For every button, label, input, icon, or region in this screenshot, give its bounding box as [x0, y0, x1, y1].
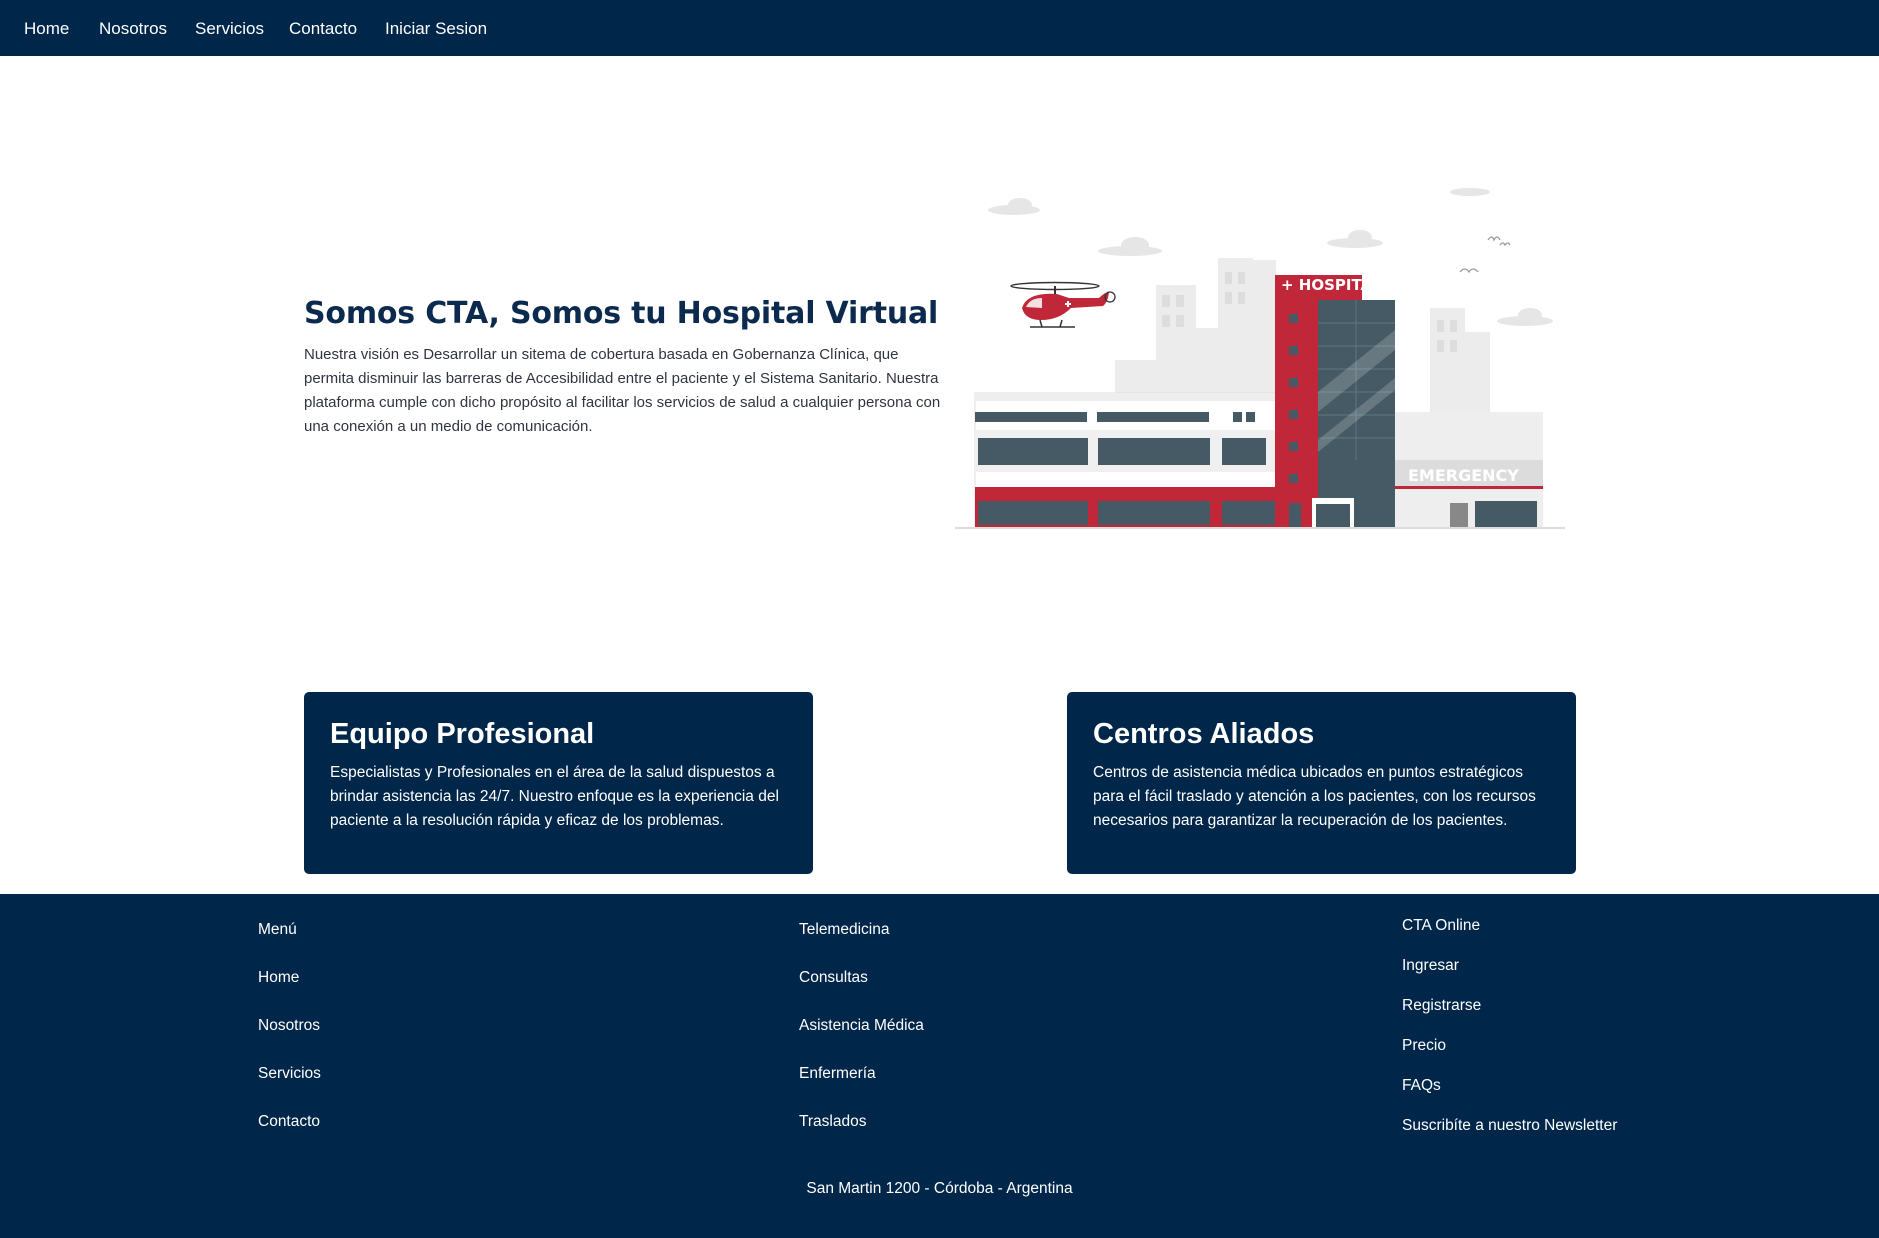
footer-link-traslados[interactable]: Traslados: [799, 1113, 866, 1131]
hospital-sign: + HOSPITAL: [1281, 276, 1382, 294]
nav-nosotros-link[interactable]: Nosotros: [99, 19, 167, 39]
hospital-illustration: + HOSPITAL EMERGENCY: [955, 188, 1565, 529]
footer-link-ingresar[interactable]: Ingresar: [1402, 957, 1459, 975]
footer-link-telemedicina[interactable]: Telemedicina: [799, 921, 889, 939]
nav-servicios-link[interactable]: Servicios: [195, 19, 264, 39]
emergency-sign: EMERGENCY: [1408, 466, 1519, 485]
helicopter-icon: [1010, 281, 1116, 328]
card-centros-aliados: Centros Aliados Centros de asistencia mé…: [1067, 692, 1576, 874]
nav-contacto-link[interactable]: Contacto: [289, 19, 357, 39]
hero-description: Nuestra visión es Desarrollar un sitema …: [304, 346, 941, 435]
top-navbar: Home Nosotros Servicios Contacto Iniciar…: [0, 0, 1879, 56]
footer-link-precio[interactable]: Precio: [1402, 1037, 1446, 1055]
footer-link-contacto[interactable]: Contacto: [258, 1113, 320, 1131]
footer-cta-online-heading: CTA Online: [1402, 917, 1481, 934]
card-title: Equipo Profesional: [330, 718, 595, 750]
footer-link-enfermeria[interactable]: Enfermería: [799, 1065, 876, 1083]
footer: Menú Home Nosotros Servicios Contacto Te…: [0, 894, 1879, 1238]
nav-home-link[interactable]: Home: [24, 19, 69, 39]
hero-title: Somos CTA, Somos tu Hospital Virtual: [304, 296, 939, 331]
footer-link-asistencia-medica[interactable]: Asistencia Médica: [799, 1017, 924, 1035]
footer-menu-heading: Menú: [258, 921, 297, 938]
card-title: Centros Aliados: [1093, 718, 1315, 750]
footer-link-nosotros[interactable]: Nosotros: [258, 1017, 320, 1035]
footer-link-consultas[interactable]: Consultas: [799, 969, 868, 987]
card-text: Especialistas y Profesionales en el área…: [330, 764, 779, 829]
footer-link-home[interactable]: Home: [258, 969, 299, 987]
footer-link-faqs[interactable]: FAQs: [1402, 1077, 1441, 1095]
card-equipo-profesional: Equipo Profesional Especialistas y Profe…: [304, 692, 813, 874]
card-text: Centros de asistencia médica ubicados en…: [1093, 764, 1536, 829]
footer-link-newsletter[interactable]: Suscribíte a nuestro Newsletter: [1402, 1117, 1617, 1135]
footer-address: San Martin 1200 - Córdoba - Argentina: [806, 1180, 1073, 1197]
nav-login-link[interactable]: Iniciar Sesion: [385, 19, 487, 39]
footer-link-servicios[interactable]: Servicios: [258, 1065, 321, 1083]
footer-link-registrarse[interactable]: Registrarse: [1402, 997, 1481, 1015]
